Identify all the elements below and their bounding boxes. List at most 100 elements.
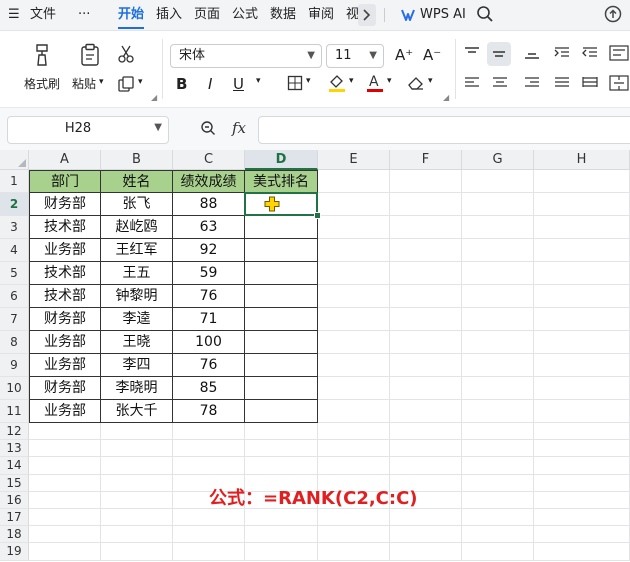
cell[interactable]: 100	[173, 331, 245, 354]
format-painter-icon[interactable]	[30, 43, 54, 67]
cell[interactable]	[390, 543, 462, 561]
row-header[interactable]: 8	[0, 331, 29, 354]
cell[interactable]	[462, 509, 534, 527]
cell[interactable]: 85	[173, 377, 245, 400]
cell[interactable]	[318, 440, 390, 458]
wps-ai-button[interactable]: WPS AI	[420, 6, 466, 24]
cell[interactable]	[245, 354, 318, 377]
cell[interactable]	[390, 509, 462, 527]
cell[interactable]	[534, 509, 630, 527]
cell[interactable]: 92	[173, 239, 245, 262]
tab-insert[interactable]: 插入	[156, 6, 182, 24]
cell[interactable]	[390, 193, 462, 216]
align-bottom-icon[interactable]	[522, 46, 542, 64]
cell[interactable]	[101, 474, 173, 492]
font-group-expand-icon[interactable]: ◢	[443, 93, 449, 102]
cell[interactable]	[462, 474, 534, 492]
cell[interactable]	[318, 262, 390, 285]
scroll-tabs-right-button[interactable]	[358, 4, 376, 26]
row-header[interactable]: 10	[0, 377, 29, 400]
hamburger-menu-icon[interactable]: ☰	[8, 6, 20, 24]
cell[interactable]: 技术部	[29, 216, 101, 239]
cell[interactable]	[390, 285, 462, 308]
formula-input[interactable]	[258, 116, 630, 144]
column-header-b[interactable]: B	[101, 150, 173, 170]
row-header[interactable]: 5	[0, 262, 29, 285]
tab-home[interactable]: 开始	[118, 6, 144, 24]
cell[interactable]: 业务部	[29, 354, 101, 377]
cloud-upload-icon[interactable]	[603, 5, 623, 23]
decrease-indent-icon[interactable]	[580, 46, 600, 64]
cell[interactable]	[390, 262, 462, 285]
cell[interactable]	[390, 216, 462, 239]
tab-page[interactable]: 页面	[194, 6, 220, 24]
cell[interactable]	[390, 308, 462, 331]
cell[interactable]	[245, 377, 318, 400]
name-box[interactable]: H28 ▼	[7, 116, 169, 144]
fill-color-icon[interactable]	[326, 73, 348, 92]
cell[interactable]	[534, 285, 630, 308]
column-header-h[interactable]: H	[534, 150, 630, 170]
tab-formula[interactable]: 公式	[232, 6, 258, 24]
cell[interactable]: 王晓	[101, 331, 173, 354]
font-color-dropdown-icon[interactable]: ▾	[387, 76, 392, 86]
cell[interactable]	[318, 285, 390, 308]
cell[interactable]	[318, 331, 390, 354]
underline-button[interactable]: U	[233, 75, 244, 93]
cell[interactable]	[534, 170, 630, 193]
cell[interactable]: 王五	[101, 262, 173, 285]
cell[interactable]: 李四	[101, 354, 173, 377]
cell[interactable]	[534, 331, 630, 354]
format-painter-label[interactable]: 格式刷	[24, 75, 60, 92]
font-color-icon[interactable]: A	[366, 73, 384, 92]
cell[interactable]: 李逵	[101, 308, 173, 331]
cell[interactable]	[101, 423, 173, 441]
cell[interactable]	[534, 354, 630, 377]
row-header[interactable]: 2	[0, 193, 29, 216]
cell[interactable]	[318, 526, 390, 544]
cell[interactable]: 88	[173, 193, 245, 216]
cell[interactable]: 钟黎明	[101, 285, 173, 308]
border-dropdown-icon[interactable]: ▾	[306, 76, 311, 86]
column-header-d[interactable]: D	[245, 150, 318, 170]
justify-icon[interactable]	[552, 76, 572, 94]
table-header-cell[interactable]: 姓名	[101, 170, 173, 193]
cell[interactable]: 王红军	[101, 239, 173, 262]
cell[interactable]: 李晓明	[101, 377, 173, 400]
cell[interactable]: 财务部	[29, 308, 101, 331]
cell[interactable]: 78	[173, 400, 245, 423]
font-name-select[interactable]: 宋体 ▼	[170, 44, 322, 68]
distributed-align-icon[interactable]	[580, 76, 600, 94]
cell[interactable]	[318, 423, 390, 441]
select-all-corner[interactable]	[0, 150, 29, 170]
more-menu-button[interactable]: ···	[78, 6, 90, 24]
paste-label[interactable]: 粘贴	[72, 75, 96, 92]
row-header[interactable]: 4	[0, 239, 29, 262]
cell[interactable]	[462, 308, 534, 331]
cut-icon[interactable]	[116, 45, 136, 63]
cell[interactable]	[534, 193, 630, 216]
clipboard-group-expand-icon[interactable]: ◢	[151, 93, 157, 102]
cell[interactable]	[534, 457, 630, 475]
cell[interactable]	[245, 331, 318, 354]
cell[interactable]	[534, 308, 630, 331]
fill-handle[interactable]	[314, 212, 321, 219]
cell[interactable]	[29, 474, 101, 492]
cell[interactable]	[462, 193, 534, 216]
align-center-icon[interactable]	[490, 76, 510, 94]
paste-dropdown-icon[interactable]: ▾	[99, 77, 104, 87]
cell[interactable]	[534, 491, 630, 509]
wrap-text-icon[interactable]	[608, 45, 630, 63]
menu-file[interactable]: 文件	[30, 6, 56, 24]
tab-view[interactable]: 视	[346, 6, 358, 24]
cell[interactable]	[390, 457, 462, 475]
cell[interactable]	[173, 423, 245, 441]
cell[interactable]	[462, 216, 534, 239]
cell[interactable]	[245, 526, 318, 544]
cell[interactable]	[318, 543, 390, 561]
cell[interactable]: 赵屹鸥	[101, 216, 173, 239]
cell[interactable]: 张飞	[101, 193, 173, 216]
paste-icon[interactable]	[78, 43, 102, 67]
cell[interactable]: 业务部	[29, 331, 101, 354]
cell[interactable]: 业务部	[29, 239, 101, 262]
